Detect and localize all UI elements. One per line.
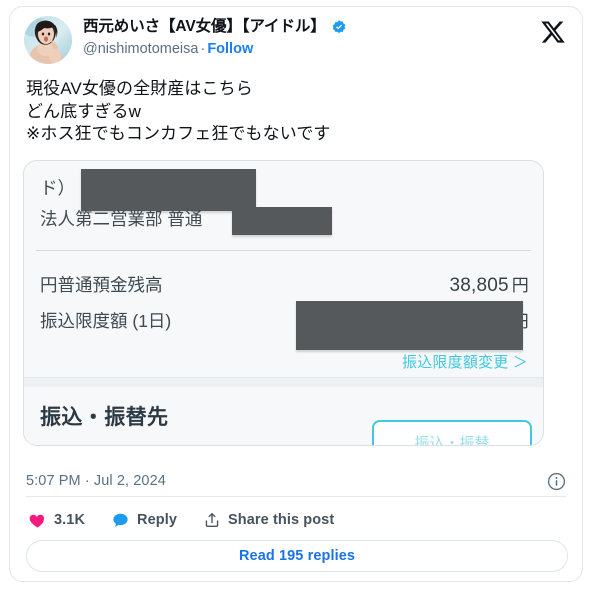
tweet-text: 現役AV女優の全財産はこちら どん底すぎるw ※ホス狂でもコンカフェ狂でもないで… xyxy=(26,79,331,143)
reply-action[interactable]: Reply xyxy=(111,511,177,530)
bank-transfer-button[interactable]: 振込・振替 xyxy=(372,419,532,446)
bank-section-title: 振込・振替先 xyxy=(40,405,169,429)
bank-account-line-1: ド） xyxy=(40,177,75,198)
like-action[interactable]: 3.1K xyxy=(28,511,85,530)
author-name-row: 西元めいさ【AV女優】【アイドル】 xyxy=(83,17,540,37)
reply-label: Reply xyxy=(137,512,178,528)
author-handle-row: @nishimotomeisa · Follow xyxy=(83,40,540,59)
author-handle[interactable]: @nishimotomeisa xyxy=(83,41,198,57)
bank-balance-value: 38,805 円 xyxy=(449,274,529,296)
handle-separator: · xyxy=(200,41,206,57)
like-count: 3.1K xyxy=(54,512,86,528)
read-replies-label: Read 195 replies xyxy=(238,548,356,564)
redaction-block xyxy=(232,206,332,235)
tweet-meta-row: 5:07 PM · Jul 2, 2024 xyxy=(26,466,566,496)
tweet-actions: 3.1K Reply Share this post xyxy=(28,504,360,536)
author-block: 西元めいさ【AV女優】【アイドル】 @nishimotomeisa · Follow xyxy=(83,16,540,59)
tweet-header: 西元めいさ【AV女優】【アイドル】 @nishimotomeisa · Follow xyxy=(10,7,582,69)
bank-limit-label: 振込限度額 (1日) xyxy=(40,310,172,331)
bank-transfer-button-label: 振込・振替 xyxy=(414,434,490,446)
tweet-media-image[interactable]: ド） 法人第二営業部 普通 円普通預金残高 38,805 円 振込限度額 (1日)… xyxy=(23,159,544,446)
share-upload-icon xyxy=(203,511,221,529)
author-display-name: 西元めいさ【AV女優】【アイドル】 xyxy=(83,18,326,35)
avatar[interactable] xyxy=(24,16,72,64)
redaction-block xyxy=(81,168,256,211)
speech-bubble-icon xyxy=(111,511,130,530)
bank-limit-change-link[interactable]: 振込限度額変更 ＞ xyxy=(402,351,528,372)
read-replies-button[interactable]: Read 195 replies xyxy=(26,540,568,572)
bank-screenshot: ド） 法人第二営業部 普通 円普通預金残高 38,805 円 振込限度額 (1日)… xyxy=(24,160,543,446)
follow-button[interactable]: Follow xyxy=(207,41,253,57)
share-label: Share this post xyxy=(228,512,335,528)
info-circle-icon[interactable] xyxy=(547,472,566,491)
x-logo-icon[interactable] xyxy=(540,19,566,45)
meta-divider xyxy=(26,496,566,497)
redaction-block xyxy=(296,300,523,350)
bank-row-balance: 円普通預金残高 38,805 円 xyxy=(40,271,529,297)
bank-section-separator xyxy=(24,376,543,387)
bank-balance-label: 円普通預金残高 xyxy=(40,274,163,295)
tweet-timestamp: 5:07 PM · Jul 2, 2024 xyxy=(26,473,166,489)
bank-account-line-2: 法人第二営業部 普通 xyxy=(40,208,203,229)
embedded-tweet-card: 西元めいさ【AV女優】【アイドル】 @nishimotomeisa · Follow… xyxy=(9,6,583,582)
share-action[interactable]: Share this post xyxy=(203,511,334,529)
heart-icon xyxy=(28,511,47,530)
bank-divider xyxy=(36,249,531,251)
verified-badge-icon xyxy=(331,19,347,35)
